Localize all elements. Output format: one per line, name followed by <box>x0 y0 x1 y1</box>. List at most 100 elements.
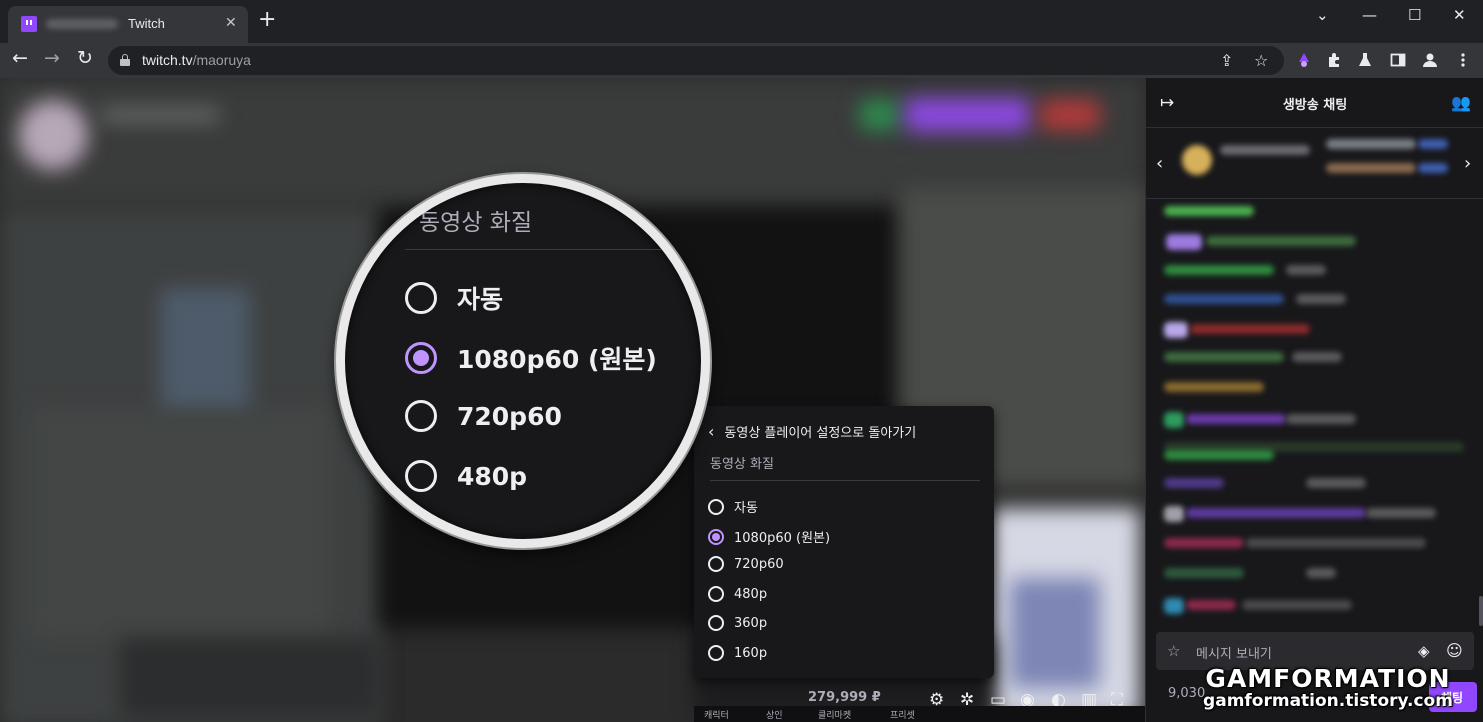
blurred-chat-message <box>1186 414 1286 424</box>
twitch-favicon-icon <box>21 16 37 32</box>
blurred-chat-message <box>1242 600 1352 610</box>
radio-button[interactable] <box>708 615 724 631</box>
blurred-video-content <box>30 408 330 638</box>
magnified-radio <box>405 400 437 432</box>
strip-item: 프리셋 <box>890 711 915 721</box>
magnified-option-480p: 480p <box>405 460 527 492</box>
blurred-video-content <box>1010 578 1100 688</box>
strip-item: 캐릭터 <box>704 711 729 721</box>
blurred-chat-message <box>1306 478 1366 488</box>
radio-button-selected[interactable] <box>708 528 724 545</box>
watermark-brand: GAMFORMATION <box>1205 664 1451 693</box>
blurred-chat-message <box>1164 352 1284 362</box>
blurred-video-content <box>120 638 380 718</box>
magnified-option-720p60: 720p60 <box>405 400 562 432</box>
radio-button[interactable] <box>708 586 724 602</box>
close-tab-icon[interactable]: ✕ <box>225 15 237 31</box>
blurred-chat-message <box>1190 324 1310 334</box>
video-bottom-strip: 캐릭터 상인 클리마켓 프리셋 <box>694 706 1145 722</box>
chat-input-placeholder: 메시지 보내기 <box>1196 647 1272 662</box>
magnified-option-auto: 자동 <box>405 280 503 316</box>
watermark-site: gamformation.tistory.com <box>1203 691 1453 711</box>
magnified-radio <box>405 460 437 492</box>
quality-option-1080p60[interactable]: 1080p60 (원본) <box>708 527 830 546</box>
share-icon[interactable]: ⇪ <box>1220 51 1233 70</box>
labs-flask-icon[interactable] <box>1357 52 1373 68</box>
radio-button[interactable] <box>708 498 724 515</box>
leaderboard-carousel: ‹ › <box>1146 129 1483 199</box>
blurred-video-content <box>905 98 1030 132</box>
new-tab-icon[interactable]: + <box>258 9 276 31</box>
strip-item: 클리마켓 <box>818 711 852 721</box>
blurred-avatar <box>18 100 88 170</box>
emote-smiley-icon[interactable]: ☺ <box>1446 641 1463 660</box>
blurred-chat-message <box>1164 506 1184 522</box>
back-arrow-icon[interactable]: ← <box>12 49 28 68</box>
chevron-right-icon[interactable]: › <box>1464 153 1471 174</box>
quality-settings-menu: ‹ 동영상 플레이어 설정으로 돌아가기 동영상 화질 자동 1080p60 (… <box>694 406 994 678</box>
radio-button[interactable] <box>708 645 724 661</box>
chevron-left-icon[interactable]: ‹ <box>1156 153 1163 174</box>
blurred-video-content <box>160 288 250 418</box>
reload-icon[interactable]: ↻ <box>77 49 93 68</box>
address-bar[interactable]: twitch.tv/maoruya ⇪ ☆ <box>108 46 1284 75</box>
browser-menu-icon[interactable] <box>1455 52 1471 68</box>
blurred-chat-message <box>1164 478 1224 488</box>
magnifier-overlay: 동영상 화질 자동 1080p60 (원본) 720p60 480p <box>336 174 710 548</box>
radio-button[interactable] <box>708 556 724 572</box>
tab-search-chevron-icon[interactable]: ⌄ <box>1316 6 1329 24</box>
quality-option-480p[interactable]: 480p <box>708 586 767 602</box>
tab-blurred-text <box>46 19 118 29</box>
extensions-puzzle-icon[interactable] <box>1326 52 1342 68</box>
extension-wizard-icon[interactable] <box>1296 52 1312 68</box>
blurred-leaderboard <box>1418 163 1448 173</box>
blurred-chat-message <box>1306 568 1336 578</box>
video-price-text: 279,999 ₽ <box>808 690 881 705</box>
quality-option-720p60[interactable]: 720p60 <box>708 556 784 572</box>
blurred-leaderboard <box>1220 145 1310 155</box>
minimize-icon[interactable]: — <box>1362 6 1377 24</box>
close-window-icon[interactable]: ✕ <box>1453 6 1466 24</box>
blurred-chat-message <box>1164 568 1244 578</box>
community-users-icon[interactable]: 👥 <box>1451 93 1471 112</box>
forward-arrow-icon[interactable]: → <box>44 49 60 68</box>
profile-avatar-icon[interactable] <box>1422 52 1438 68</box>
quality-option-label: 360p <box>734 615 768 631</box>
quality-option-auto[interactable]: 자동 <box>708 497 758 516</box>
blurred-video-content <box>100 108 220 122</box>
blurred-chat-message <box>1164 294 1284 304</box>
blurred-chat-message <box>1166 234 1202 250</box>
blurred-leaderboard <box>1182 145 1212 175</box>
chat-title: 생방송 채팅 <box>1282 98 1348 113</box>
bits-icon[interactable]: ◈ <box>1418 642 1430 660</box>
side-panel-icon[interactable] <box>1390 52 1406 68</box>
quality-option-label: 720p60 <box>734 556 784 572</box>
lock-icon <box>120 54 130 66</box>
quality-option-360p[interactable]: 360p <box>708 615 767 631</box>
blurred-video-content <box>1040 100 1100 130</box>
quality-heading: 동영상 화질 <box>710 457 774 472</box>
magnified-radio <box>405 282 437 314</box>
magnified-option-1080p60: 1080p60 (원본) <box>405 340 657 376</box>
star-icon[interactable]: ☆ <box>1167 642 1180 660</box>
watermark: GAMFORMATION gamformation.tistory.com <box>1178 664 1478 711</box>
browser-tab[interactable]: Twitch ✕ <box>8 6 248 43</box>
quality-option-160p[interactable]: 160p <box>708 645 767 661</box>
blurred-chat-message <box>1366 508 1436 518</box>
blurred-chat-message <box>1164 538 1244 548</box>
tab-title: Twitch <box>128 16 165 31</box>
magnified-option-label: 720p60 <box>457 401 562 431</box>
chat-scrollbar[interactable] <box>1479 596 1483 626</box>
blurred-chat-message <box>1296 294 1346 304</box>
blurred-chat-message <box>1164 412 1184 428</box>
chevron-left-icon: ‹ <box>708 422 715 441</box>
blurred-chat-message <box>1186 600 1236 610</box>
quality-option-label: 1080p60 (원본) <box>734 531 831 546</box>
magnified-option-label: 자동 <box>457 285 504 314</box>
blurred-chat-message <box>1246 538 1426 548</box>
blurred-chat-message <box>1206 236 1356 246</box>
maximize-icon[interactable]: ☐ <box>1408 6 1421 24</box>
bookmark-star-icon[interactable]: ☆ <box>1254 51 1268 70</box>
quality-option-label: 자동 <box>734 501 758 516</box>
back-to-player-settings-button[interactable]: ‹ 동영상 플레이어 설정으로 돌아가기 <box>708 422 916 441</box>
